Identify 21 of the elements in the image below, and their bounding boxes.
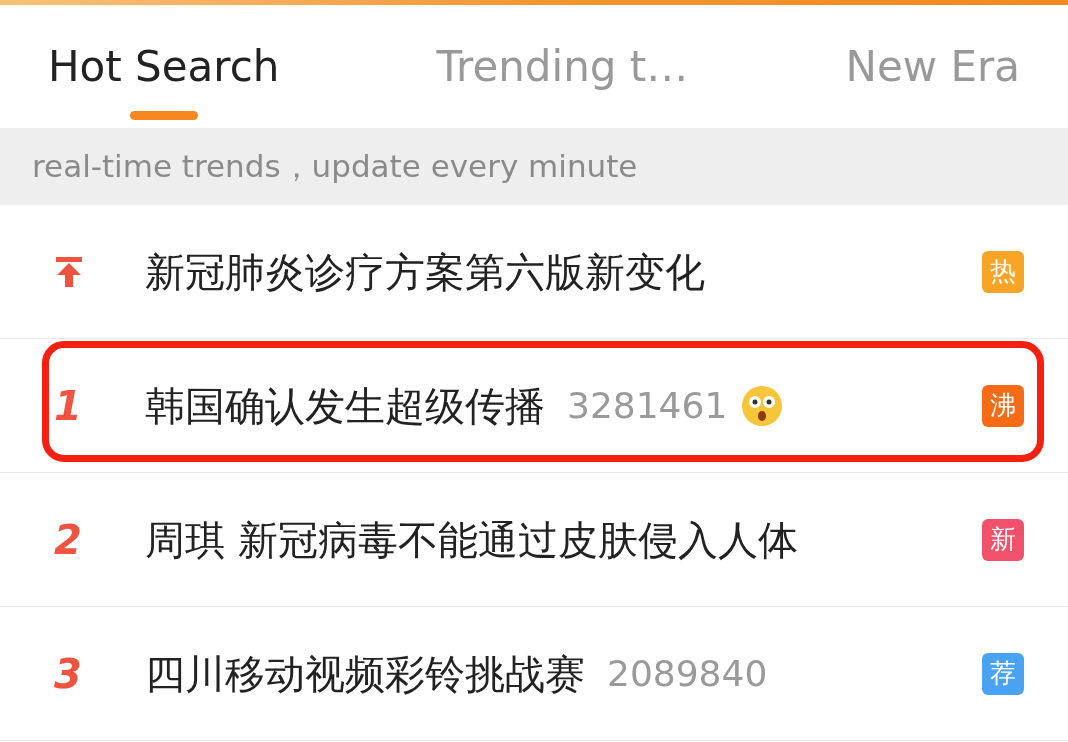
topic-title[interactable]: 周琪 新冠病毒不能通过皮肤侵入人体 xyxy=(145,509,798,570)
topic-row[interactable]: 新冠肺炎诊疗方案第六版新变化 热 xyxy=(0,205,1068,339)
rank-number: 2 xyxy=(54,519,82,560)
topic-row[interactable]: 1 韩国确认发生超级传播 3281461 沸 xyxy=(0,339,1068,473)
topic-row[interactable]: 2 周琪 新冠病毒不能通过皮肤侵入人体 新 xyxy=(0,473,1068,607)
topic-title[interactable]: 韩国确认发生超级传播 xyxy=(145,375,545,436)
tab-indicator xyxy=(129,111,198,120)
search-count: 3281461 xyxy=(567,383,728,428)
tab[interactable]: Hot Search xyxy=(48,5,280,128)
rank-number: 1 xyxy=(54,385,82,426)
topic-title[interactable]: 四川移动视频彩铃挑战赛 xyxy=(145,643,585,704)
topic-row[interactable]: 3 四川移动视频彩铃挑战赛 2089840 荐 xyxy=(0,607,1068,741)
tag-badge: 沸 xyxy=(982,384,1024,427)
search-count: 2089840 xyxy=(607,651,768,696)
pin-arrow-icon xyxy=(54,254,84,289)
rank-number: 3 xyxy=(54,653,82,694)
tag-badge: 热 xyxy=(982,250,1024,293)
update-notice: real-time trends，update every minute xyxy=(32,147,638,187)
tag-badge: 新 xyxy=(982,518,1024,561)
topic-title[interactable]: 新冠肺炎诊疗方案第六版新变化 xyxy=(145,241,705,302)
tag-badge: 荐 xyxy=(982,652,1024,695)
